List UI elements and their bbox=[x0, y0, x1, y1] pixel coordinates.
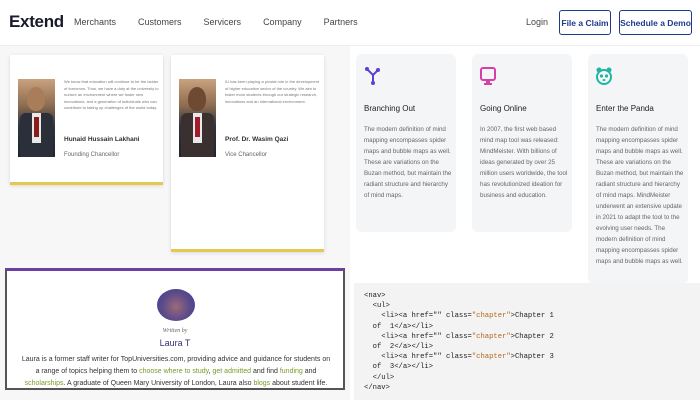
code-line: of 3</a></li> bbox=[364, 363, 434, 372]
funding-link[interactable]: funding bbox=[280, 368, 303, 375]
bio-text: and find bbox=[251, 368, 280, 375]
blogs-link[interactable]: blogs bbox=[253, 380, 270, 387]
nav-link-company[interactable]: Company bbox=[263, 17, 302, 27]
code-block: <nav> <ul> <li><a href="" class="chapter… bbox=[364, 291, 554, 393]
feature-card-panda: Enter the Panda The modern definition of… bbox=[588, 54, 688, 284]
code-line: <ul> bbox=[364, 302, 390, 311]
login-link[interactable]: Login bbox=[526, 17, 548, 27]
code-line: </ul> bbox=[364, 373, 395, 382]
feature-title: Branching Out bbox=[364, 104, 416, 113]
profile-photo bbox=[179, 79, 216, 157]
nav-link-partners[interactable]: Partners bbox=[324, 17, 358, 27]
panda-icon bbox=[596, 66, 612, 86]
code-string: "chapter" bbox=[471, 312, 511, 321]
top-navbar: Extend Merchants Customers Servicers Com… bbox=[0, 0, 700, 46]
profile-name: Hunaid Hussain Lakhani bbox=[64, 136, 140, 143]
code-line: <li><a href="" class= bbox=[364, 312, 472, 321]
code-line: of 2</a></li> bbox=[364, 343, 434, 352]
code-snippet: <nav> <ul> <li><a href="" class="chapter… bbox=[354, 283, 700, 400]
code-line: >Chapter 2 bbox=[510, 332, 554, 341]
author-box: Written by Laura T Laura is a former sta… bbox=[5, 268, 345, 390]
profile-role: Vice Chancellor bbox=[225, 152, 267, 158]
bio-text: about student life. bbox=[270, 380, 328, 387]
profile-quote: IU has been playing a pivotal role in th… bbox=[225, 79, 320, 104]
feature-title: Going Online bbox=[480, 104, 527, 113]
author-name[interactable]: Laura T bbox=[7, 338, 343, 348]
feature-card-online: Going Online In 2007, the first web base… bbox=[472, 54, 572, 232]
logo[interactable]: Extend bbox=[9, 12, 64, 32]
get-admitted-link[interactable]: get admitted bbox=[213, 368, 252, 375]
profile-card: We know that education will continue to … bbox=[10, 55, 163, 185]
profile-role: Founding Chancellor bbox=[64, 152, 120, 158]
profile-name: Prof. Dr. Wasim Qazi bbox=[225, 136, 289, 143]
choose-study-link[interactable]: choose where to study bbox=[139, 368, 209, 375]
code-string: "chapter" bbox=[471, 353, 511, 362]
branch-icon bbox=[364, 66, 380, 86]
feature-description: The modern definition of mind mapping en… bbox=[596, 126, 684, 265]
feature-description: The modern definition of mind mapping en… bbox=[364, 126, 452, 199]
feature-description: In 2007, the first web based mind map to… bbox=[480, 126, 568, 199]
nav-link-customers[interactable]: Customers bbox=[138, 17, 182, 27]
bio-text: . A graduate of Queen Mary University of… bbox=[63, 380, 254, 387]
profile-card: IU has been playing a pivotal role in th… bbox=[171, 55, 324, 252]
code-line: >Chapter 3 bbox=[510, 353, 554, 362]
nav-link-merchants[interactable]: Merchants bbox=[74, 17, 116, 27]
monitor-icon bbox=[480, 66, 496, 86]
code-line: <li><a href="" class= bbox=[364, 332, 472, 341]
feature-title: Enter the Panda bbox=[596, 104, 654, 113]
file-claim-button[interactable]: File a Claim bbox=[559, 10, 611, 35]
code-line: <li><a href="" class= bbox=[364, 353, 472, 362]
author-avatar bbox=[157, 289, 195, 321]
code-line: </nav> bbox=[364, 383, 390, 392]
nav-link-servicers[interactable]: Servicers bbox=[204, 17, 242, 27]
code-string: "chapter" bbox=[471, 332, 511, 341]
profile-quote: We know that education will continue to … bbox=[64, 79, 159, 110]
scholarships-link[interactable]: scholarships bbox=[25, 380, 64, 387]
profile-photo bbox=[18, 79, 55, 157]
code-line: >Chapter 1 bbox=[510, 312, 554, 321]
schedule-demo-button[interactable]: Schedule a Demo bbox=[619, 10, 692, 35]
code-line: <nav> bbox=[364, 292, 386, 300]
nav-links: Merchants Customers Servicers Company Pa… bbox=[74, 17, 380, 27]
feature-card-branching: Branching Out The modern definition of m… bbox=[356, 54, 456, 232]
author-bio: Laura is a former staff writer for TopUn… bbox=[21, 354, 331, 390]
code-line: of 1</a></li> bbox=[364, 322, 434, 331]
bio-text: and bbox=[302, 368, 317, 375]
written-by-label: Written by bbox=[162, 328, 188, 334]
